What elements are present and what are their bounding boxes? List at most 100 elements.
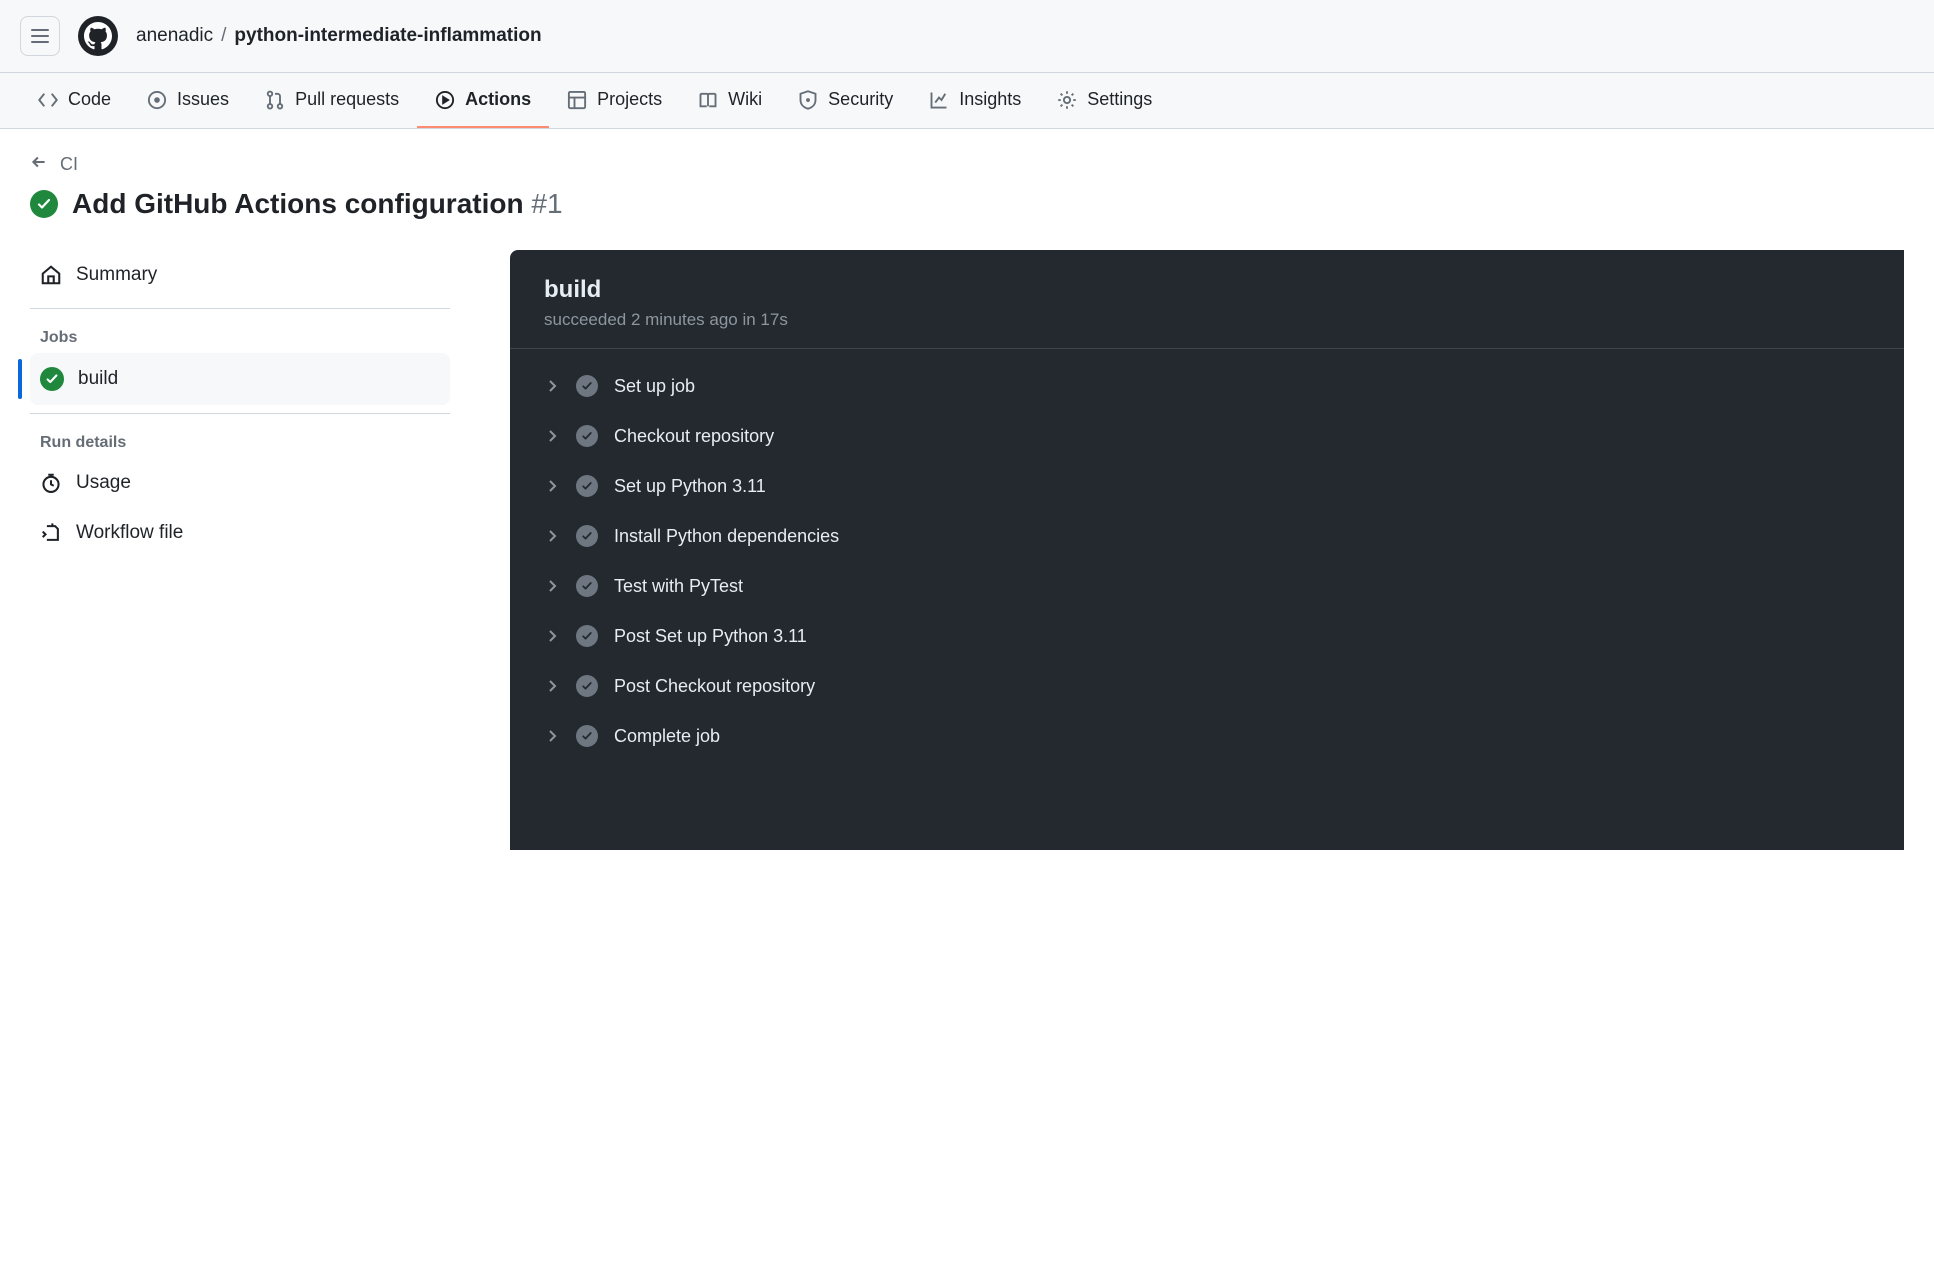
github-logo-icon	[84, 22, 112, 50]
security-icon	[798, 90, 818, 110]
top-header: anenadic / python-intermediate-inflammat…	[0, 0, 1934, 73]
success-check-icon	[40, 367, 64, 391]
step-name: Set up Python 3.11	[614, 476, 766, 497]
step-success-icon	[576, 725, 598, 747]
step-success-icon	[576, 375, 598, 397]
arrow-left-icon	[30, 153, 48, 176]
step-name: Post Checkout repository	[614, 676, 815, 697]
chevron-right-icon	[544, 478, 560, 494]
nav-label: Pull requests	[295, 89, 399, 110]
sidebar-jobs-heading: Jobs	[30, 317, 450, 353]
main-layout: Summary Jobs build Run details Usage Wor…	[30, 250, 1904, 850]
success-check-icon	[30, 190, 58, 218]
nav-label: Settings	[1087, 89, 1152, 110]
hamburger-menu-button[interactable]	[20, 16, 60, 56]
step-row[interactable]: Checkout repository	[520, 411, 1894, 461]
issues-icon	[147, 90, 167, 110]
run-title-row: Add GitHub Actions configuration #1	[30, 188, 1904, 220]
step-row[interactable]: Complete job	[520, 711, 1894, 761]
back-label: CI	[60, 154, 78, 175]
breadcrumb-repo[interactable]: python-intermediate-inflammation	[234, 25, 541, 47]
chevron-right-icon	[544, 428, 560, 444]
nav-issues[interactable]: Issues	[129, 73, 247, 128]
chevron-right-icon	[544, 578, 560, 594]
step-success-icon	[576, 675, 598, 697]
run-title-text: Add GitHub Actions configuration	[72, 188, 524, 219]
sidebar-run-details-heading: Run details	[30, 422, 450, 458]
nav-insights[interactable]: Insights	[911, 73, 1039, 128]
step-name: Complete job	[614, 726, 720, 747]
home-icon	[40, 264, 62, 286]
github-logo[interactable]	[78, 16, 118, 56]
job-steps: Set up job Checkout repository Set up Py…	[510, 349, 1904, 773]
nav-projects[interactable]: Projects	[549, 73, 680, 128]
code-icon	[38, 90, 58, 110]
hamburger-icon	[31, 29, 49, 43]
step-name: Post Set up Python 3.11	[614, 626, 807, 647]
sidebar-workflow-file[interactable]: Workflow file	[30, 508, 450, 558]
step-name: Test with PyTest	[614, 576, 743, 597]
nav-settings[interactable]: Settings	[1039, 73, 1170, 128]
nav-actions[interactable]: Actions	[417, 73, 549, 128]
run-title: Add GitHub Actions configuration #1	[72, 188, 563, 220]
divider	[30, 308, 450, 309]
breadcrumb-owner[interactable]: anenadic	[136, 25, 213, 47]
nav-code[interactable]: Code	[20, 73, 129, 128]
nav-pull-requests[interactable]: Pull requests	[247, 73, 417, 128]
chevron-right-icon	[544, 378, 560, 394]
nav-label: Wiki	[728, 89, 762, 110]
step-success-icon	[576, 475, 598, 497]
repo-nav: Code Issues Pull requests Actions Projec…	[0, 73, 1934, 129]
run-number: #1	[531, 188, 562, 219]
nav-label: Code	[68, 89, 111, 110]
insights-icon	[929, 90, 949, 110]
sidebar-workflow-file-label: Workflow file	[76, 522, 183, 544]
settings-icon	[1057, 90, 1077, 110]
chevron-right-icon	[544, 628, 560, 644]
chevron-right-icon	[544, 678, 560, 694]
step-row[interactable]: Test with PyTest	[520, 561, 1894, 611]
sidebar-job-build[interactable]: build	[30, 353, 450, 405]
job-name: build	[544, 276, 1870, 304]
pull-request-icon	[265, 90, 285, 110]
nav-security[interactable]: Security	[780, 73, 911, 128]
nav-wiki[interactable]: Wiki	[680, 73, 780, 128]
nav-label: Insights	[959, 89, 1021, 110]
step-name: Checkout repository	[614, 426, 774, 447]
job-meta: succeeded 2 minutes ago in 17s	[544, 310, 1870, 330]
step-success-icon	[576, 425, 598, 447]
step-row[interactable]: Set up Python 3.11	[520, 461, 1894, 511]
page-body: CI Add GitHub Actions configuration #1 S…	[0, 129, 1934, 850]
step-name: Install Python dependencies	[614, 526, 839, 547]
step-row[interactable]: Install Python dependencies	[520, 511, 1894, 561]
step-row[interactable]: Post Checkout repository	[520, 661, 1894, 711]
chevron-right-icon	[544, 528, 560, 544]
projects-icon	[567, 90, 587, 110]
sidebar: Summary Jobs build Run details Usage Wor…	[30, 250, 450, 558]
nav-label: Projects	[597, 89, 662, 110]
back-to-workflow[interactable]: CI	[30, 153, 1904, 176]
sidebar-usage[interactable]: Usage	[30, 458, 450, 508]
sidebar-usage-label: Usage	[76, 472, 131, 494]
divider	[30, 413, 450, 414]
breadcrumb: anenadic / python-intermediate-inflammat…	[136, 25, 542, 47]
actions-icon	[435, 90, 455, 110]
chevron-right-icon	[544, 728, 560, 744]
sidebar-summary[interactable]: Summary	[30, 250, 450, 300]
breadcrumb-separator: /	[221, 25, 226, 47]
sidebar-job-label: build	[78, 368, 118, 390]
nav-label: Security	[828, 89, 893, 110]
job-header: build succeeded 2 minutes ago in 17s	[510, 250, 1904, 349]
step-success-icon	[576, 525, 598, 547]
step-name: Set up job	[614, 376, 695, 397]
nav-label: Actions	[465, 89, 531, 110]
step-success-icon	[576, 575, 598, 597]
step-row[interactable]: Set up job	[520, 361, 1894, 411]
workflow-file-icon	[40, 522, 62, 544]
wiki-icon	[698, 90, 718, 110]
nav-label: Issues	[177, 89, 229, 110]
step-row[interactable]: Post Set up Python 3.11	[520, 611, 1894, 661]
job-panel: build succeeded 2 minutes ago in 17s Set…	[510, 250, 1904, 850]
stopwatch-icon	[40, 472, 62, 494]
sidebar-summary-label: Summary	[76, 264, 157, 286]
